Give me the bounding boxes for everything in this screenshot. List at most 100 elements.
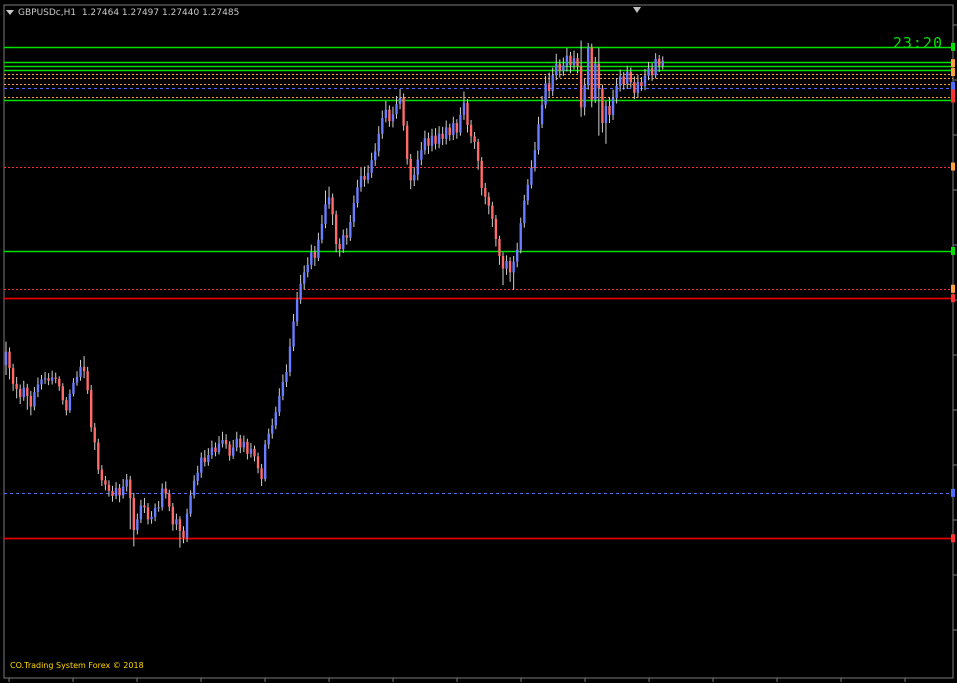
bull-candle [303,272,306,284]
bear-candle [19,388,22,398]
bear-candle [633,82,636,93]
bear-candle [331,197,334,215]
bear-candle [338,244,341,250]
bull-candle [125,479,128,487]
bull-candle [249,448,253,454]
bear-candle [171,506,175,525]
bear-candle [629,72,632,83]
bear-candle [448,127,451,136]
bull-candle [615,85,618,98]
bull-candle [306,264,309,273]
bull-candle [359,175,363,188]
price-marker [951,81,955,90]
bear-candle [345,235,348,238]
bear-candle [434,135,437,144]
watermark: CO.Trading System Forex © 2018 [10,661,144,670]
bear-candle [409,158,412,181]
bear-candle [427,138,430,146]
bull-candle [161,488,164,508]
bear-candle [203,457,206,462]
bull-candle [519,223,522,250]
bull-candle [370,160,373,173]
bear-candle [11,368,15,384]
bull-candle [210,447,214,456]
bull-candle [285,371,288,382]
bull-candle [398,97,402,105]
bear-candle [86,371,89,391]
bull-candle [288,346,292,372]
bull-candle [114,487,118,497]
bull-candle [295,299,299,322]
bull-candle [626,72,629,84]
bull-candle [445,127,448,139]
chart-header: GBPUSDc,H1 1.27464 1.27497 1.27440 1.274… [6,8,239,18]
bear-candle [82,366,86,372]
bull-candle [292,321,295,347]
bear-candle [93,427,96,443]
chart-shift-marker-icon[interactable] [633,7,641,13]
bear-candle [132,497,135,531]
bear-candle [388,109,391,122]
bear-candle [224,439,228,445]
bear-candle [182,530,185,538]
bull-candle [79,366,82,377]
bear-candle [469,124,473,137]
bear-candle [313,252,317,258]
bear-candle [15,383,18,389]
bear-candle [246,441,249,454]
bear-candle [54,377,57,379]
bull-candle [221,439,224,444]
bear-candle [256,456,260,469]
bear-candle [178,519,182,531]
bull-candle [459,114,462,133]
bull-candle [136,519,139,531]
bull-candle [540,104,544,125]
bull-candle [423,138,427,151]
bear-candle [576,58,579,67]
bear-candle [334,214,338,245]
bull-candle [271,425,274,434]
bull-candle [342,235,345,250]
bull-candle [384,109,388,119]
bear-candle [590,47,593,100]
bear-candle [146,507,150,520]
bull-candle [537,124,540,151]
bear-candle [26,387,29,396]
bull-candle [583,85,586,108]
bear-candle [640,82,643,86]
bull-candle [526,184,530,201]
price-chart[interactable] [0,0,957,683]
symbol-label: GBPUSDc,H1 [18,8,77,18]
bull-candle [523,200,526,224]
bull-candle [40,379,43,385]
bull-candle [636,82,640,93]
bull-candle [462,102,466,115]
price-marker [951,284,955,293]
bull-candle [207,455,210,462]
bull-candle [352,203,356,222]
bull-candle [310,252,313,265]
bear-candle [608,106,611,115]
bull-candle [551,75,554,91]
bull-candle [356,187,359,204]
bear-candle [480,160,483,188]
bull-candle [185,513,189,538]
bear-candle [658,58,661,66]
bull-candle [242,441,246,448]
bear-candle [107,484,111,491]
bull-candle [555,63,558,76]
bear-candle [547,83,551,91]
price-marker [951,488,955,497]
candle-timer: 23:20 [892,34,943,52]
bear-candle [168,493,171,507]
bull-candle [157,507,160,509]
bull-candle [512,261,515,273]
chart-window[interactable]: GBPUSDc,H1 1.27464 1.27497 1.27440 1.274… [0,0,957,683]
bear-candle [601,88,604,124]
bull-candle [391,114,395,122]
price-marker [951,59,955,68]
bull-candle [654,58,657,76]
chart-menu-icon[interactable] [6,10,14,15]
bull-candle [661,60,664,66]
bull-candle [611,97,615,115]
